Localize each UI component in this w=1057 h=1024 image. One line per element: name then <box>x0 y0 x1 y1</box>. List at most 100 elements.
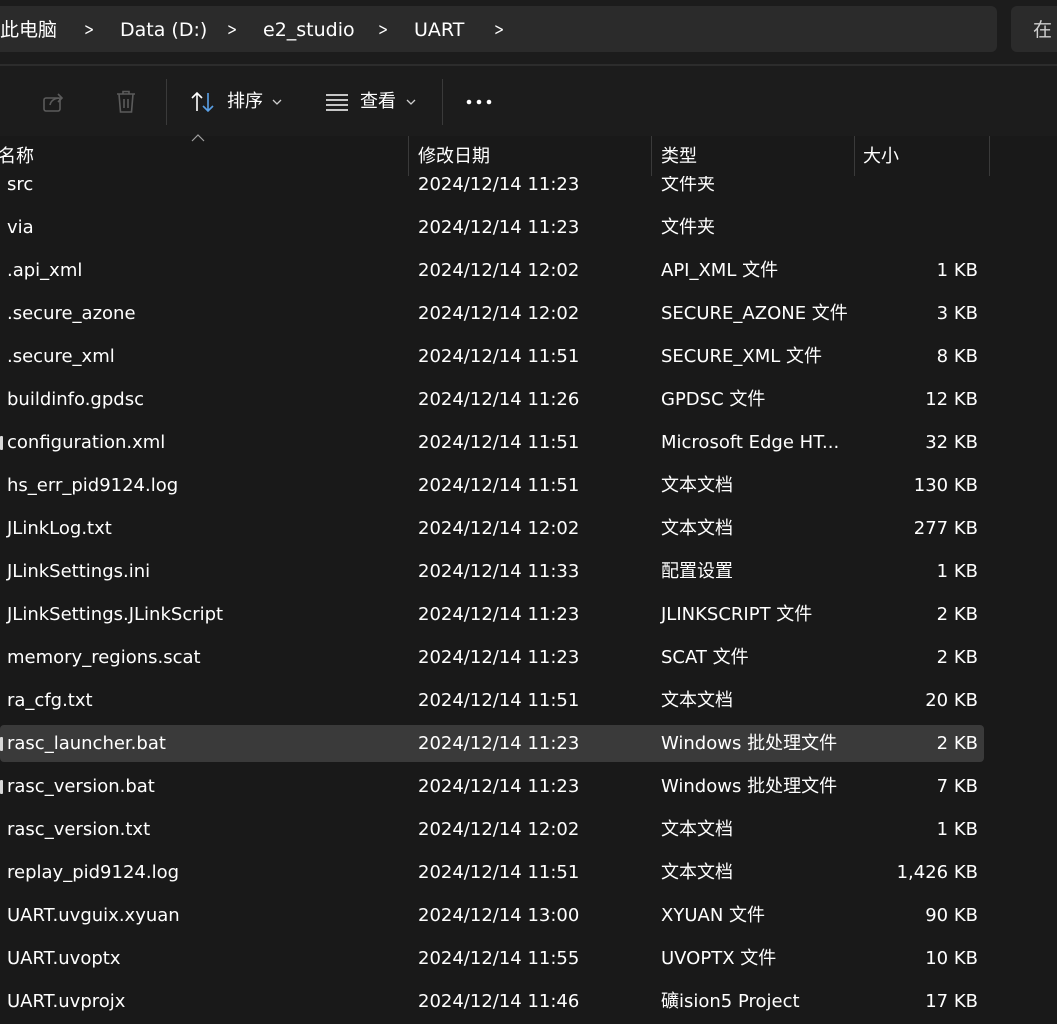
file-size: 1 KB <box>936 561 978 582</box>
file-row[interactable]: JLinkSettings.JLinkScript 2024/12/14 11:2… <box>0 596 984 633</box>
file-row[interactable]: rasc_launcher.bat 2024/12/14 11:23 Windows… <box>0 725 984 762</box>
file-type: Windows 批处理文件 <box>661 776 838 797</box>
file-row[interactable]: via 2024/12/14 11:23 文件夹 <box>0 209 984 246</box>
breadcrumb-item-this-pc[interactable]: 此电脑 <box>0 18 57 42</box>
file-size: 12 KB <box>925 389 978 410</box>
column-header-name[interactable]: 名称 <box>0 146 34 168</box>
file-row[interactable]: JLinkSettings.ini 2024/12/14 11:33 配置设置 1 K… <box>0 553 984 590</box>
file-name: hs_err_pid9124.log <box>7 475 179 496</box>
file-size: 1 KB <box>936 819 978 840</box>
file-size: 8 KB <box>936 346 978 367</box>
file-type: XYUAN 文件 <box>661 905 766 926</box>
column-resize-handle[interactable] <box>854 136 855 176</box>
file-modified-date: 2024/12/14 11:33 <box>418 561 580 582</box>
sort-button[interactable]: 排序 <box>227 91 263 113</box>
file-name: memory_regions.scat <box>7 647 201 668</box>
sort-icon[interactable] <box>190 90 216 114</box>
file-row[interactable]: UART.uvguix.xyuan 2024/12/14 13:00 XYUAN 文… <box>0 897 984 934</box>
file-size: 32 KB <box>925 432 978 453</box>
search-placeholder: 在 <box>1033 19 1053 41</box>
file-row[interactable]: configuration.xml 2024/12/14 11:51 Microso… <box>0 424 984 461</box>
file-row[interactable]: hs_err_pid9124.log 2024/12/14 11:51 文本文档 13… <box>0 467 984 504</box>
file-row[interactable]: buildinfo.gpdsc 2024/12/14 11:26 GPDSC 文件 1… <box>0 381 984 418</box>
column-header-date[interactable]: 修改日期 <box>418 146 490 168</box>
file-name: JLinkLog.txt <box>7 518 112 539</box>
trash-icon[interactable] <box>114 89 138 115</box>
file-type: JLINKSCRIPT 文件 <box>661 604 813 625</box>
file-type: UVOPTX 文件 <box>661 948 777 969</box>
file-icon <box>0 737 3 751</box>
file-modified-date: 2024/12/14 11:26 <box>418 389 580 410</box>
file-modified-date: 2024/12/14 11:23 <box>418 733 580 754</box>
file-type: 文本文档 <box>661 518 733 539</box>
file-name: ra_cfg.txt <box>7 690 93 711</box>
file-modified-date: 2024/12/14 11:23 <box>418 217 580 238</box>
file-modified-date: 2024/12/14 11:23 <box>418 647 580 668</box>
file-row[interactable]: rasc_version.txt 2024/12/14 12:02 文本文档 1 KB <box>0 811 984 848</box>
file-row[interactable]: .secure_xml 2024/12/14 11:51 SECURE_XML 文件… <box>0 338 984 375</box>
column-resize-handle[interactable] <box>408 136 409 176</box>
column-header-size[interactable]: 大小 <box>863 146 899 168</box>
breadcrumb-chevron-icon[interactable]: > <box>227 18 237 42</box>
file-modified-date: 2024/12/14 12:02 <box>418 819 580 840</box>
file-type: SCAT 文件 <box>661 647 749 668</box>
file-row[interactable]: memory_regions.scat 2024/12/14 11:23 SCAT … <box>0 639 984 676</box>
view-icon[interactable] <box>325 93 349 111</box>
file-modified-date: 2024/12/14 12:02 <box>418 260 580 281</box>
file-modified-date: 2024/12/14 11:55 <box>418 948 580 969</box>
file-icon <box>0 780 3 794</box>
file-row[interactable]: .api_xml 2024/12/14 12:02 API_XML 文件 1 KB <box>0 252 984 289</box>
file-name: via <box>7 217 34 238</box>
sort-ascending-icon <box>191 134 205 142</box>
file-type: 文本文档 <box>661 475 733 496</box>
file-name: buildinfo.gpdsc <box>7 389 144 410</box>
view-button[interactable]: 查看 <box>360 91 396 113</box>
file-row[interactable]: ra_cfg.txt 2024/12/14 11:51 文本文档 20 KB <box>0 682 984 719</box>
divider <box>0 79 1 125</box>
file-name: rasc_version.bat <box>7 776 155 797</box>
breadcrumb-chevron-icon[interactable]: > <box>494 18 504 42</box>
more-icon[interactable] <box>466 99 492 105</box>
file-size: 2 KB <box>936 733 978 754</box>
chevron-down-icon[interactable] <box>272 99 282 105</box>
share-icon[interactable] <box>42 90 66 114</box>
file-modified-date: 2024/12/14 11:51 <box>418 690 580 711</box>
breadcrumb-chevron-icon[interactable]: > <box>378 18 388 42</box>
file-type: GPDSC 文件 <box>661 389 766 410</box>
file-name: replay_pid9124.log <box>7 862 180 883</box>
file-row[interactable]: UART.uvprojx 2024/12/14 11:46 礦ision5 Proj… <box>0 983 984 1020</box>
file-type: 文本文档 <box>661 690 733 711</box>
file-row[interactable]: src 2024/12/14 11:23 文件夹 <box>0 176 984 203</box>
file-name: UART.uvguix.xyuan <box>7 905 180 926</box>
file-size: 1,426 KB <box>896 862 978 883</box>
file-type: 文本文档 <box>661 819 733 840</box>
file-size: 277 KB <box>913 518 978 539</box>
address-bar: 此电脑 > Data (D:) > e2_studio > UART > 在 <box>0 0 1057 64</box>
file-modified-date: 2024/12/14 11:23 <box>418 176 580 195</box>
file-row[interactable]: UART.uvoptx 2024/12/14 11:55 UVOPTX 文件 10 K… <box>0 940 984 977</box>
column-resize-handle[interactable] <box>989 136 990 176</box>
file-type: Windows 批处理文件 <box>661 733 838 754</box>
file-type: 配置设置 <box>661 561 733 582</box>
file-modified-date: 2024/12/14 11:23 <box>418 776 580 797</box>
file-row[interactable]: rasc_version.bat 2024/12/14 11:23 Windows … <box>0 768 984 805</box>
file-name: .secure_xml <box>7 346 115 367</box>
file-row[interactable]: JLinkLog.txt 2024/12/14 12:02 文本文档 277 KB <box>0 510 984 547</box>
divider <box>442 79 443 125</box>
breadcrumb-item-e2-studio[interactable]: e2_studio <box>263 18 355 42</box>
file-name: JLinkSettings.ini <box>7 561 151 582</box>
file-type: 文本文档 <box>661 862 733 883</box>
file-row[interactable]: .secure_azone 2024/12/14 12:02 SECURE_AZON… <box>0 295 984 332</box>
breadcrumb-chevron-icon[interactable]: > <box>84 18 94 42</box>
chevron-down-icon[interactable] <box>406 99 416 105</box>
file-type: SECURE_AZONE 文件 <box>661 303 848 324</box>
breadcrumb-item-uart[interactable]: UART <box>414 18 464 42</box>
file-modified-date: 2024/12/14 11:23 <box>418 604 580 625</box>
file-size: 90 KB <box>925 905 978 926</box>
file-icon <box>0 436 3 450</box>
column-header-type[interactable]: 类型 <box>661 146 697 168</box>
file-size: 2 KB <box>936 604 978 625</box>
breadcrumb-item-drive[interactable]: Data (D:) <box>120 18 207 42</box>
file-row[interactable]: replay_pid9124.log 2024/12/14 11:51 文本文档 1,… <box>0 854 984 891</box>
column-resize-handle[interactable] <box>651 136 652 176</box>
